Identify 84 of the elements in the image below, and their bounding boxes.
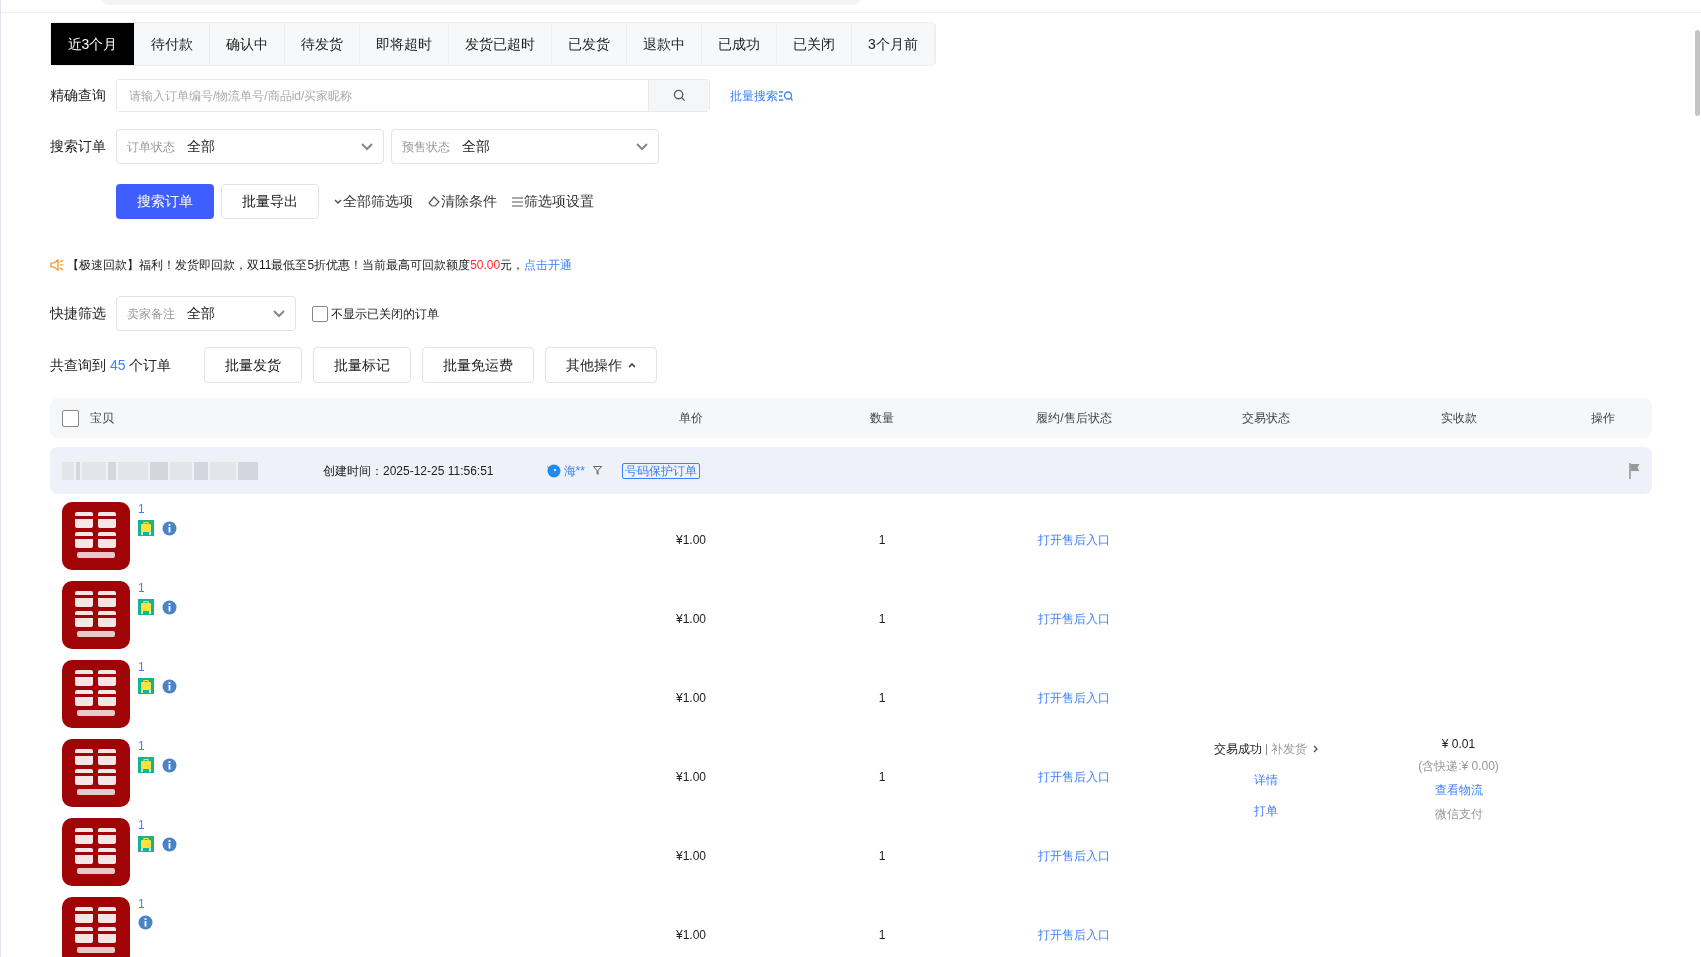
filter-link[interactable]: 筛选项设置 (512, 191, 594, 212)
shipping-fee: (含快递:¥ 0.00) (1418, 758, 1499, 775)
search-field[interactable]: 请输入订单编号/物流单号/商品id/买家昵称 (116, 79, 710, 112)
after-sale-link[interactable]: 打开售后入口 (1038, 609, 1110, 628)
result-count-text: 共查询到 45 个订单 (50, 355, 173, 375)
column-header: 履约/售后状态 (1036, 410, 1112, 427)
select-field[interactable]: 预售状态 全部 (391, 129, 659, 164)
quantity-link[interactable]: 1 (138, 897, 153, 911)
created-time: 创建时间：2025-12-25 11:56:51 (323, 462, 494, 480)
filter-icon[interactable] (592, 466, 602, 475)
payment-method: 微信支付 (1434, 806, 1483, 823)
after-sale-link[interactable]: 打开售后入口 (1038, 688, 1110, 707)
info-icon[interactable] (138, 915, 153, 930)
quantity-link[interactable]: 1 (138, 581, 177, 595)
scrollbar-thumb[interactable] (1695, 30, 1700, 116)
checkbox-label: 不显示已关闭的订单 (331, 305, 439, 323)
search-icon (672, 89, 686, 102)
filter-link[interactable]: 全部筛选项 (334, 191, 413, 212)
price-cell-text: ¥1.00 (676, 610, 706, 628)
column-header: 交易状态 (1242, 410, 1290, 427)
quantity-cell-text: 1 (878, 531, 886, 549)
privacy-tag: 号码保护订单 (621, 462, 700, 479)
after-sale-link[interactable]: 打开售后入口 (1038, 767, 1110, 786)
quantity-cell-text: 1 (878, 610, 886, 628)
list-icon (512, 196, 523, 207)
after-sale-link[interactable]: 打开售后入口 (1038, 530, 1110, 549)
info-icon[interactable] (162, 599, 177, 615)
price-cell-text: ¥1.00 (676, 531, 706, 549)
chevron-down-icon (334, 198, 342, 205)
checkbox[interactable] (312, 305, 328, 322)
info-icon[interactable] (162, 757, 177, 773)
tab[interactable]: 近3个月 (51, 23, 135, 65)
column-header: 操作 (1591, 410, 1615, 427)
trade-link[interactable]: 详情 (1254, 771, 1278, 789)
flag-icon[interactable] (1629, 462, 1640, 479)
info-icon[interactable] (162, 836, 177, 852)
select-field[interactable]: 订单状态 全部 (116, 129, 384, 164)
chat-bubble-icon (545, 463, 561, 478)
batch-search-link[interactable]: 批量搜索 (730, 86, 793, 105)
logistics-link[interactable]: 查看物流 (1434, 781, 1483, 799)
quantity-cell-text: 1 (878, 926, 886, 944)
quantity-link[interactable]: 1 (138, 739, 177, 753)
info-icon[interactable] (162, 520, 177, 536)
after-sale-link[interactable]: 打开售后入口 (1038, 925, 1110, 944)
column-header: 单价 (679, 410, 703, 427)
chevron-down-icon (636, 142, 648, 151)
column-header: 实收款 (1440, 410, 1477, 427)
export-button[interactable]: 批量导出 (221, 184, 319, 219)
chevron-right-icon (1313, 745, 1318, 753)
price-cell-text: ¥1.00 (676, 689, 706, 707)
chevron-down-icon (361, 142, 373, 151)
quantity-cell-text: 1 (878, 847, 886, 865)
field-label: 快捷筛选 (50, 304, 107, 323)
trade-status: 交易成功 (1214, 741, 1262, 758)
batch-button[interactable]: 批量发货 (204, 347, 302, 383)
received-amount: ¥ 0.01 (1441, 736, 1476, 753)
price-cell-text: ¥1.00 (676, 926, 706, 944)
search-orders-button[interactable]: 搜索订单 (116, 184, 214, 219)
quantity-cell-text: 1 (878, 768, 886, 786)
after-sale-link[interactable]: 打开售后入口 (1038, 846, 1110, 865)
activate-link[interactable]: 点击开通 (524, 258, 573, 272)
info-icon[interactable] (162, 678, 177, 694)
column-header: 数量 (870, 410, 894, 427)
select-field[interactable]: 卖家备注 全部 (116, 296, 296, 331)
column-header: 宝贝 (90, 410, 114, 427)
field-label: 搜索订单 (50, 137, 107, 156)
eraser-icon (428, 195, 440, 208)
dropdown-button[interactable]: 其他操作 (545, 347, 657, 383)
quantity-link[interactable]: 1 (138, 818, 177, 832)
notice-text: 【极速回款】福利！发货即回款，双11最低至5折优惠！当前最高可回款额度50.00元，点击开通 (67, 257, 573, 274)
quantity-link[interactable]: 1 (138, 502, 177, 516)
batch-button[interactable]: 批量免运费 (422, 347, 534, 383)
trade-link[interactable]: 打单 (1254, 802, 1278, 820)
price-cell-text: ¥1.00 (676, 847, 706, 865)
price-cell-text: ¥1.00 (676, 768, 706, 786)
quantity-cell-text: 1 (878, 689, 886, 707)
checkbox[interactable] (62, 409, 79, 427)
speaker-icon (50, 259, 64, 271)
chevron-down-icon (273, 309, 285, 318)
list-search-icon (779, 89, 793, 102)
field-label: 精确查询 (50, 86, 107, 105)
batch-button[interactable]: 批量标记 (313, 347, 411, 383)
filter-link[interactable]: 清除条件 (428, 191, 497, 212)
quantity-link[interactable]: 1 (138, 660, 177, 674)
